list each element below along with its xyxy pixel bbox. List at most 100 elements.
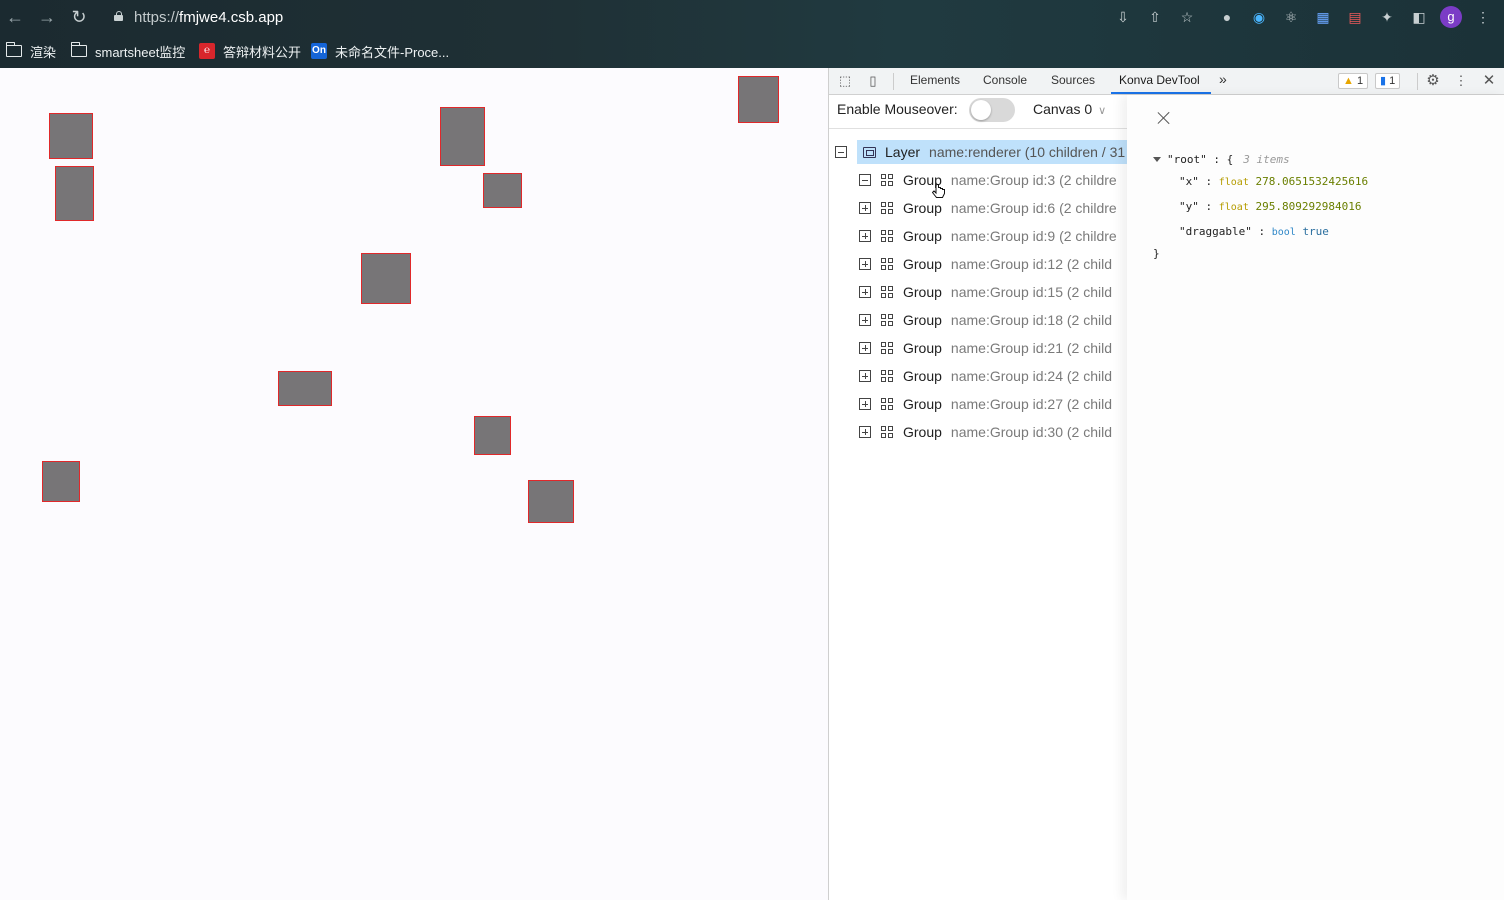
node-attrs: name:Group id:24 (2 child — [950, 368, 1113, 384]
grid-extension-icon[interactable]: ▦ — [1313, 7, 1333, 27]
bookmark-label: 未命名文件-Proce... — [335, 44, 450, 60]
node-type: Group — [903, 396, 942, 412]
json-type: float — [1218, 177, 1249, 188]
install-app-icon[interactable]: ⇩ — [1113, 7, 1133, 27]
tab-elements[interactable]: Elements — [910, 73, 960, 87]
canvas-rect[interactable] — [474, 416, 511, 455]
json-prop-draggable[interactable]: "draggable" : bool true — [1179, 225, 1329, 238]
tab-sources[interactable]: Sources — [1051, 73, 1095, 87]
mouseover-toggle[interactable] — [969, 98, 1015, 122]
canvas-rect[interactable] — [42, 461, 80, 502]
canvas-rect[interactable] — [483, 173, 522, 208]
canvas-rect[interactable] — [49, 113, 93, 159]
group-icon — [881, 341, 894, 355]
bookmark-item[interactable]: 渲染 — [5, 41, 57, 61]
tab-konva-devtool[interactable]: Konva DevTool — [1119, 73, 1200, 87]
json-value[interactable]: 278.0651532425616 — [1255, 175, 1368, 188]
extension-circle-icon[interactable]: ● — [1217, 7, 1237, 27]
canvas-rect[interactable] — [738, 76, 779, 123]
collapse-triangle-icon[interactable] — [1153, 157, 1161, 162]
json-value[interactable]: 295.809292984016 — [1255, 200, 1361, 213]
expand-icon[interactable] — [859, 426, 871, 438]
settings-gear-icon[interactable]: ⚙ — [1425, 73, 1441, 89]
expand-icon[interactable] — [859, 314, 871, 326]
bookmarks-bar: 渲染 smartsheet监控 ℮ 答辩材料公开 On 未命名文件-Proce.… — [0, 38, 1504, 64]
json-value[interactable]: true — [1302, 225, 1329, 238]
canvas-rect[interactable] — [528, 480, 574, 523]
messages-badge[interactable]: ▮ 1 — [1375, 73, 1401, 89]
bookmark-star-icon[interactable]: ☆ — [1177, 7, 1197, 27]
konva-toolbar: Enable Mouseover: Canvas 0 ∨ — [829, 95, 1127, 129]
bookmark-item[interactable]: ℮ 答辩材料公开 — [199, 41, 301, 61]
expand-icon[interactable] — [859, 370, 871, 382]
tree-node-group[interactable]: Group name:Group id:18 (2 child — [859, 308, 1112, 332]
canvas-rect[interactable] — [440, 107, 485, 166]
konva-canvas[interactable] — [0, 68, 828, 900]
url-text[interactable]: https://fmjwe4.csb.app — [134, 9, 283, 26]
tree-node-group[interactable]: Group name:Group id:9 (2 childre — [859, 224, 1117, 248]
tree-node-group[interactable]: Group name:Group id:24 (2 child — [859, 364, 1112, 388]
json-key: "x" : — [1179, 175, 1213, 188]
forward-icon[interactable]: → — [36, 6, 58, 28]
bookmark-item[interactable]: On 未命名文件-Proce... — [311, 41, 449, 61]
node-type: Layer — [885, 144, 921, 160]
devtools-menu-icon[interactable]: ⋮ — [1453, 73, 1469, 89]
json-prop-y[interactable]: "y" : float 295.809292984016 — [1179, 200, 1361, 213]
puzzle-extensions-icon[interactable]: ✦ — [1377, 7, 1397, 27]
warnings-badge[interactable]: ▲ 1 — [1338, 73, 1369, 89]
tree-node-layer[interactable]: Layer name:renderer (10 children / 31 — [835, 140, 1127, 164]
expand-icon[interactable] — [859, 258, 871, 270]
close-inspector-icon[interactable] — [1157, 111, 1171, 125]
close-devtools-icon[interactable]: ✕ — [1481, 73, 1497, 89]
group-icon — [881, 173, 894, 187]
back-icon[interactable]: ← — [4, 6, 26, 28]
group-icon — [881, 397, 894, 411]
node-attrs: name:renderer (10 children / 31 — [929, 144, 1126, 160]
tab-console[interactable]: Console — [983, 73, 1027, 87]
expand-icon[interactable] — [859, 342, 871, 354]
tree-node-group[interactable]: Group name:Group id:6 (2 childre — [859, 196, 1117, 220]
omnibox[interactable]: https://fmjwe4.csb.app — [100, 4, 1100, 31]
group-icon — [881, 369, 894, 383]
json-type: bool — [1271, 227, 1296, 238]
reload-icon[interactable]: ↻ — [68, 6, 90, 28]
json-root-row[interactable]: "root" : {3 items — [1153, 153, 1290, 166]
tree-node-group[interactable]: Group name:Group id:3 (2 childre — [859, 168, 1117, 192]
warning-icon: ▲ — [1343, 75, 1354, 87]
profile-avatar[interactable]: g — [1440, 6, 1462, 28]
bookmark-item[interactable]: smartsheet监控 — [70, 41, 185, 61]
collapse-icon[interactable] — [835, 146, 847, 158]
expand-icon[interactable] — [859, 202, 871, 214]
tree-node-group[interactable]: Group name:Group id:12 (2 child — [859, 252, 1112, 276]
canvas-rect-selected[interactable] — [278, 371, 332, 406]
fps-extension-icon[interactable]: ◉ — [1249, 7, 1269, 27]
attrs-inspector: "root" : {3 items "x" : float 278.065153… — [1127, 95, 1504, 900]
lock-icon[interactable] — [114, 11, 123, 21]
tree-node-group[interactable]: Group name:Group id:27 (2 child — [859, 392, 1112, 416]
collapse-icon[interactable] — [859, 174, 871, 186]
share-icon[interactable]: ⇧ — [1145, 7, 1165, 27]
bookmark-label: 渲染 — [30, 44, 57, 60]
tree-node-group[interactable]: Group name:Group id:21 (2 child — [859, 336, 1112, 360]
expand-icon[interactable] — [859, 398, 871, 410]
canvas-rect[interactable] — [361, 253, 411, 304]
group-icon — [881, 257, 894, 271]
red-extension-icon[interactable]: ▤ — [1345, 7, 1365, 27]
expand-icon[interactable] — [859, 286, 871, 298]
group-icon — [881, 425, 894, 439]
tree-node-group[interactable]: Group name:Group id:15 (2 child — [859, 280, 1112, 304]
expand-icon[interactable] — [859, 230, 871, 242]
device-toggle-icon[interactable]: ▯ — [865, 73, 881, 89]
browser-menu-icon[interactable]: ⋮ — [1473, 7, 1493, 27]
inspect-element-icon[interactable]: ⬚ — [837, 73, 853, 89]
react-devtools-icon[interactable]: ⚛ — [1281, 7, 1301, 27]
more-tabs-icon[interactable]: » — [1219, 71, 1227, 87]
active-tab-indicator — [1111, 92, 1211, 94]
json-item-count: 3 items — [1243, 153, 1290, 166]
layer-selected-row[interactable]: Layer name:renderer (10 children / 31 — [857, 140, 1127, 164]
json-prop-x[interactable]: "x" : float 278.0651532425616 — [1179, 175, 1368, 188]
side-panel-icon[interactable]: ◧ — [1409, 7, 1429, 27]
tree-node-group[interactable]: Group name:Group id:30 (2 child — [859, 420, 1112, 444]
canvas-rect[interactable] — [55, 166, 94, 221]
canvas-select[interactable]: Canvas 0 ∨ — [1033, 101, 1106, 117]
